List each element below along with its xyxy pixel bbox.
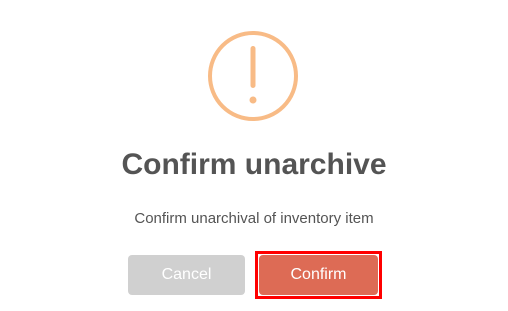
cancel-button[interactable]: Cancel: [128, 255, 245, 295]
dialog-actions: Cancel Confirm: [0, 251, 508, 299]
warning-exclamation-icon: [208, 31, 298, 121]
confirm-dialog: Confirm unarchive Confirm unarchival of …: [0, 0, 508, 311]
confirm-button[interactable]: Confirm: [259, 255, 378, 295]
dialog-message: Confirm unarchival of inventory item: [134, 210, 374, 227]
warning-icon-graphic: [208, 31, 298, 121]
dialog-title: Confirm unarchive: [121, 148, 387, 181]
